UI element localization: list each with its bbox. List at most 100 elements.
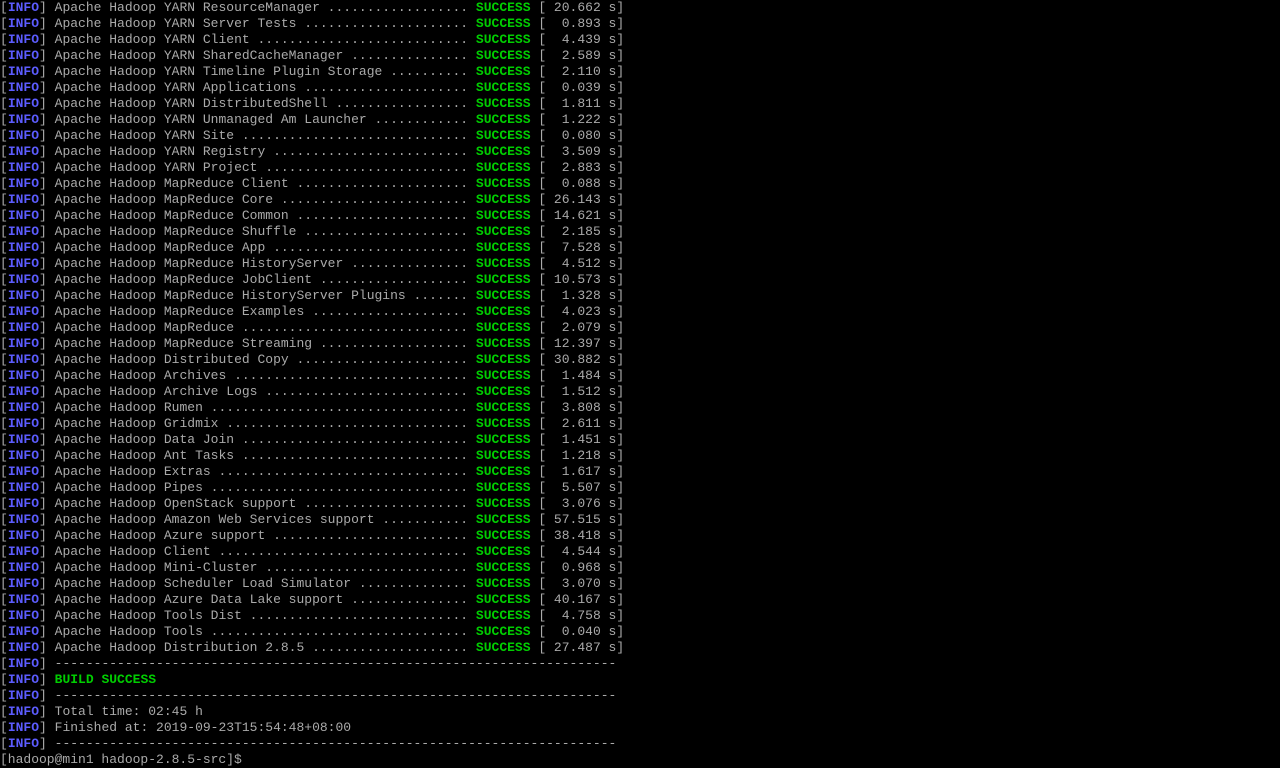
build-module-row: [INFO] Apache Hadoop Extras ............… [0,464,1280,480]
module-name: Apache Hadoop YARN Site ................… [55,128,476,143]
success-label: SUCCESS [476,496,531,511]
info-label: INFO [8,112,39,127]
info-label: INFO [8,304,39,319]
success-label: SUCCESS [476,512,531,527]
success-label: SUCCESS [476,224,531,239]
module-time: [ 3.808 s] [531,400,625,415]
info-label: INFO [8,560,39,575]
module-name: Apache Hadoop MapReduce Streaming ......… [55,336,476,351]
build-module-row: [INFO] Apache Hadoop Azure support .....… [0,528,1280,544]
success-label: SUCCESS [476,384,531,399]
module-name: Apache Hadoop YARN Project .............… [55,160,476,175]
build-module-row: [INFO] Apache Hadoop MapReduce App .....… [0,240,1280,256]
module-time: [ 3.509 s] [531,144,625,159]
build-module-row: [INFO] Apache Hadoop Archive Logs ......… [0,384,1280,400]
module-name: Apache Hadoop MapReduce Common .........… [55,208,476,223]
module-time: [ 12.397 s] [531,336,625,351]
info-label: INFO [8,96,39,111]
info-label: INFO [8,640,39,655]
build-module-row: [INFO] Apache Hadoop MapReduce Streaming… [0,336,1280,352]
module-name: Apache Hadoop Rumen ....................… [55,400,476,415]
module-time: [ 10.573 s] [531,272,625,287]
module-name: Apache Hadoop YARN Unmanaged Am Launcher… [55,112,476,127]
success-label: SUCCESS [476,416,531,431]
build-module-row: [INFO] Apache Hadoop Rumen .............… [0,400,1280,416]
module-time: [ 1.811 s] [531,96,625,111]
success-label: SUCCESS [476,64,531,79]
build-module-row: [INFO] Apache Hadoop Ant Tasks .........… [0,448,1280,464]
module-name: Apache Hadoop Tools ....................… [55,624,476,639]
module-time: [ 1.451 s] [531,432,625,447]
info-label: INFO [8,496,39,511]
info-line: [INFO] ---------------------------------… [0,688,1280,704]
module-time: [ 40.167 s] [531,592,625,607]
info-line: [INFO] ---------------------------------… [0,736,1280,752]
success-label: SUCCESS [476,320,531,335]
module-time: [ 0.088 s] [531,176,625,191]
module-name: Apache Hadoop YARN DistributedShell ....… [55,96,476,111]
info-line: [INFO] BUILD SUCCESS [0,672,1280,688]
module-time: [ 1.484 s] [531,368,625,383]
module-name: Apache Hadoop Distribution 2.8.5 .......… [55,640,476,655]
info-label: INFO [8,240,39,255]
build-module-row: [INFO] Apache Hadoop MapReduce Common ..… [0,208,1280,224]
build-module-row: [INFO] Apache Hadoop YARN Client .......… [0,32,1280,48]
info-label: INFO [8,352,39,367]
info-label: INFO [8,576,39,591]
terminal-output[interactable]: [INFO] Apache Hadoop YARN ResourceManage… [0,0,1280,768]
info-line: [INFO] Finished at: 2019-09-23T15:54:48+… [0,720,1280,736]
success-label: SUCCESS [476,192,531,207]
module-name: Apache Hadoop YARN Timeline Plugin Stora… [55,64,476,79]
module-name: Apache Hadoop Amazon Web Services suppor… [55,512,476,527]
build-module-row: [INFO] Apache Hadoop MapReduce HistorySe… [0,288,1280,304]
success-label: SUCCESS [476,576,531,591]
module-time: [ 2.110 s] [531,64,625,79]
success-label: SUCCESS [476,480,531,495]
build-module-row: [INFO] Apache Hadoop Archives ..........… [0,368,1280,384]
info-label: INFO [8,528,39,543]
success-label: SUCCESS [476,640,531,655]
module-name: Apache Hadoop Archives .................… [55,368,476,383]
success-label: SUCCESS [476,176,531,191]
module-name: Apache Hadoop YARN Registry ............… [55,144,476,159]
module-name: Apache Hadoop YARN SharedCacheManager ..… [55,48,476,63]
success-label: SUCCESS [476,544,531,559]
info-label: INFO [8,256,39,271]
success-label: SUCCESS [476,528,531,543]
module-time: [ 0.893 s] [531,16,625,31]
module-time: [ 4.512 s] [531,256,625,271]
module-time: [ 2.611 s] [531,416,625,431]
info-label: INFO [8,592,39,607]
module-time: [ 3.070 s] [531,576,625,591]
module-name: Apache Hadoop MapReduce JobClient ......… [55,272,476,287]
build-module-row: [INFO] Apache Hadoop YARN Registry .....… [0,144,1280,160]
module-time: [ 4.023 s] [531,304,625,319]
module-time: [ 20.662 s] [531,0,625,15]
info-label: INFO [8,400,39,415]
module-time: [ 5.507 s] [531,480,625,495]
info-label: INFO [8,544,39,559]
module-time: [ 2.185 s] [531,224,625,239]
build-module-row: [INFO] Apache Hadoop Gridmix ...........… [0,416,1280,432]
build-module-row: [INFO] Apache Hadoop YARN DistributedShe… [0,96,1280,112]
success-label: SUCCESS [476,464,531,479]
module-name: Apache Hadoop MapReduce Client .........… [55,176,476,191]
module-time: [ 0.039 s] [531,80,625,95]
build-module-row: [INFO] Apache Hadoop MapReduce Core ....… [0,192,1280,208]
module-name: Apache Hadoop MapReduce Examples .......… [55,304,476,319]
success-label: SUCCESS [476,352,531,367]
info-label: INFO [8,128,39,143]
module-name: Apache Hadoop MapReduce App ............… [55,240,476,255]
module-time: [ 2.883 s] [531,160,625,175]
build-module-row: [INFO] Apache Hadoop YARN Project ......… [0,160,1280,176]
module-name: Apache Hadoop Ant Tasks ................… [55,448,476,463]
module-time: [ 27.487 s] [531,640,625,655]
module-name: Apache Hadoop MapReduce HistoryServer ..… [55,256,476,271]
success-label: SUCCESS [476,304,531,319]
success-label: SUCCESS [476,336,531,351]
info-label: INFO [8,208,39,223]
success-label: SUCCESS [476,48,531,63]
shell-prompt[interactable]: [hadoop@min1 hadoop-2.8.5-src]$ [0,752,1280,768]
info-label: INFO [8,512,39,527]
info-label: INFO [8,480,39,495]
